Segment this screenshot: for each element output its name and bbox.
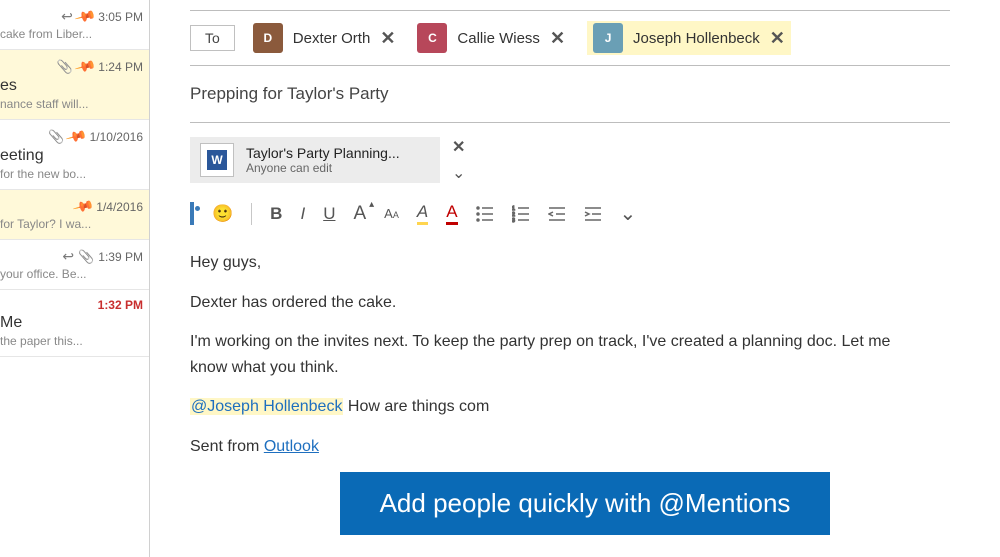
numbered-list-button[interactable]: 123 — [512, 205, 530, 223]
body-line: Dexter has ordered the cake. — [190, 290, 930, 316]
reply-icon: ↩ — [62, 248, 74, 265]
avatar: D — [253, 23, 283, 53]
bold-button[interactable]: B — [270, 204, 282, 224]
recipient-chip[interactable]: C Callie Wiess ✕ — [417, 23, 565, 53]
recipient-name: Joseph Hollenbeck — [633, 30, 760, 47]
body-line: I'm working on the invites next. To keep… — [190, 329, 930, 380]
message-time: 1:32 PM — [98, 298, 143, 312]
message-preview: nance staff will... — [0, 97, 143, 111]
message-list: ↩📌3:05 PMcake from Liber...📎📌1:24 PMesna… — [0, 0, 150, 557]
attachment-name: Taylor's Party Planning... — [246, 145, 400, 161]
pin-icon: 📌 — [72, 195, 96, 218]
bulleted-list-button[interactable] — [476, 205, 494, 223]
remove-recipient-icon[interactable]: ✕ — [770, 28, 785, 49]
message-time: 1/4/2016 — [96, 200, 143, 214]
word-doc-icon: W — [200, 143, 234, 177]
svg-text:3: 3 — [512, 218, 515, 223]
attachment-chip[interactable]: W Taylor's Party Planning... Anyone can … — [190, 137, 440, 183]
indent-button[interactable] — [584, 205, 602, 223]
message-list-item[interactable]: 1:32 PM Me the paper this... — [0, 290, 149, 357]
pin-icon: 📌 — [74, 5, 98, 28]
to-row: To D Dexter Orth ✕ C Callie Wiess ✕ J Joseph Ho… — [190, 10, 950, 66]
italic-button[interactable]: I — [300, 204, 305, 224]
subject-row[interactable]: Prepping for Taylor's Party — [190, 66, 950, 123]
mentions-promo-banner: Add people quickly with @Mentions — [340, 472, 830, 535]
subject-text: Prepping for Taylor's Party — [190, 84, 389, 103]
outdent-button[interactable] — [548, 205, 566, 223]
recipient-name: Dexter Orth — [293, 30, 371, 47]
body-text: How are things com — [343, 398, 489, 415]
message-preview: for Taylor? I wa... — [0, 217, 143, 231]
message-time: 1/10/2016 — [90, 130, 143, 144]
avatar: J — [593, 23, 623, 53]
avatar: C — [417, 23, 447, 53]
insert-picture-icon[interactable] — [190, 204, 194, 224]
message-list-item[interactable]: ↩📌3:05 PM cake from Liber... — [0, 0, 149, 50]
more-formatting-button[interactable]: ⌄ — [620, 201, 637, 226]
signature-line: Sent from Outlook — [190, 434, 930, 460]
highlight-button[interactable]: A — [417, 202, 428, 225]
attachment-dropdown-icon[interactable]: ⌄ — [452, 163, 465, 183]
sent-from-label: Sent from — [190, 438, 264, 455]
body-line: @Joseph Hollenbeck How are things com — [190, 394, 930, 420]
to-button[interactable]: To — [190, 25, 235, 51]
attachment-permission: Anyone can edit — [246, 161, 400, 175]
pin-icon: 📌 — [65, 125, 89, 148]
remove-recipient-icon[interactable]: ✕ — [380, 28, 395, 49]
message-title: eeting — [0, 147, 143, 165]
clip-icon: 📎 — [57, 59, 73, 75]
message-list-item[interactable]: 📎📌1:24 PM es nance staff will... — [0, 50, 149, 120]
underline-button[interactable]: U — [323, 204, 335, 224]
message-preview: cake from Liber... — [0, 27, 143, 41]
outlook-link[interactable]: Outlook — [264, 438, 319, 455]
mention-chip[interactable]: @Joseph Hollenbeck — [190, 398, 343, 415]
message-title: Me — [0, 314, 143, 332]
font-color-button[interactable]: A — [446, 202, 457, 225]
emoji-icon[interactable]: 🙂 — [212, 204, 233, 224]
attachment-area: W Taylor's Party Planning... Anyone can … — [190, 137, 990, 183]
format-toolbar: 🙂 B I U A▴ AA A A 123 ⌄ — [190, 201, 990, 226]
recipient-name: Callie Wiess — [457, 30, 540, 47]
clip-icon: 📎 — [78, 249, 94, 265]
toolbar-separator — [251, 203, 252, 225]
remove-recipient-icon[interactable]: ✕ — [550, 28, 565, 49]
reply-icon: ↩ — [61, 8, 73, 25]
attachment-remove-icon[interactable]: ✕ — [452, 137, 465, 157]
message-list-item[interactable]: ↩📎 1:39 PM your office. Be... — [0, 240, 149, 290]
message-list-item[interactable]: 📌1/4/2016 for Taylor? I wa... — [0, 190, 149, 240]
clip-icon: 📎 — [48, 129, 64, 145]
message-time: 1:39 PM — [98, 250, 143, 264]
message-preview: for the new bo... — [0, 167, 143, 181]
compose-pane: To D Dexter Orth ✕ C Callie Wiess ✕ J Joseph Ho… — [150, 0, 1000, 557]
body-line: Hey guys, — [190, 250, 930, 276]
pin-icon: 📌 — [74, 55, 98, 78]
message-list-item[interactable]: 📎📌1/10/2016 eeting for the new bo... — [0, 120, 149, 190]
message-preview: your office. Be... — [0, 267, 143, 281]
message-body[interactable]: Hey guys, Dexter has ordered the cake. I… — [190, 250, 990, 460]
message-preview: the paper this... — [0, 334, 143, 348]
message-time: 1:24 PM — [98, 60, 143, 74]
recipient-chip[interactable]: D Dexter Orth ✕ — [253, 23, 396, 53]
message-title: es — [0, 77, 143, 95]
font-size-increase-button[interactable]: A▴ — [353, 203, 366, 225]
message-time: 3:05 PM — [98, 10, 143, 24]
recipient-chip[interactable]: J Joseph Hollenbeck ✕ — [587, 21, 791, 55]
font-size-decrease-button[interactable]: AA — [384, 206, 399, 221]
